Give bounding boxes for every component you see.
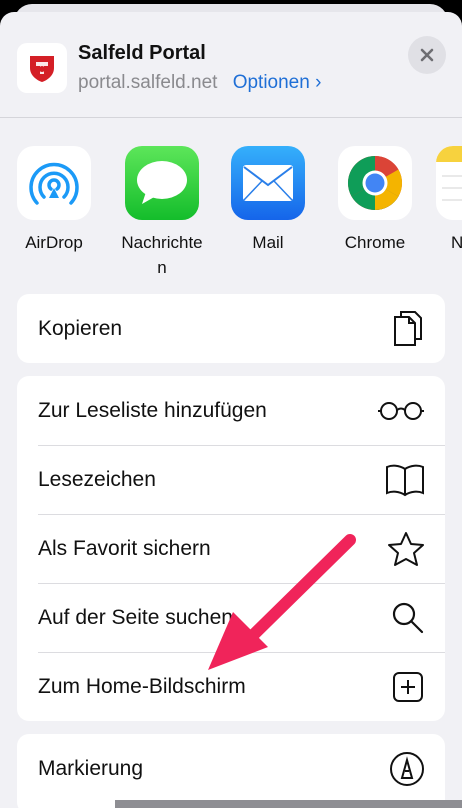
- share-sheet: Salfeld Portal portal.salfeld.net Option…: [0, 12, 462, 808]
- action-add-to-home-screen[interactable]: Zum Home-Bildschirm: [17, 652, 445, 721]
- action-reading-list[interactable]: Zur Leseliste hinzufügen: [17, 376, 445, 445]
- options-link[interactable]: Optionen ›: [233, 72, 322, 93]
- action-label: Lesezeichen: [38, 467, 156, 491]
- action-markup[interactable]: Markierung: [17, 734, 445, 803]
- app-label: Nachrichten: [121, 233, 203, 277]
- add-square-icon: [391, 670, 425, 704]
- app-messages[interactable]: Nachrichten: [116, 146, 208, 280]
- app-chrome[interactable]: Chrome: [329, 146, 421, 255]
- messages-icon: [125, 146, 199, 220]
- action-bookmark[interactable]: Lesezeichen: [17, 445, 445, 514]
- site-title: Salfeld Portal: [78, 42, 206, 64]
- site-domain: portal.salfeld.net: [78, 72, 218, 93]
- action-card-copy: Kopieren: [17, 294, 445, 363]
- chrome-icon: [338, 146, 412, 220]
- action-label: Als Favorit sichern: [38, 536, 211, 560]
- airdrop-icon: [17, 146, 91, 220]
- search-icon: [391, 601, 425, 635]
- site-favicon: [17, 43, 67, 93]
- action-label: Zum Home-Bildschirm: [38, 674, 246, 698]
- app-airdrop[interactable]: AirDrop: [8, 146, 100, 255]
- app-share-row: AirDrop Nachrichten Mail Chrome N: [0, 146, 462, 286]
- copy-icon: [391, 309, 425, 349]
- notes-icon: [436, 146, 462, 220]
- action-label: Kopieren: [38, 316, 123, 340]
- action-find-on-page[interactable]: Auf der Seite suchen: [17, 583, 445, 652]
- action-label: Auf der Seite suchen: [38, 605, 233, 629]
- app-label: N: [451, 233, 462, 252]
- action-favorite[interactable]: Als Favorit sichern: [17, 514, 445, 583]
- bottom-bar: [115, 800, 462, 808]
- glasses-icon: [377, 400, 425, 422]
- action-card-safari: Zur Leseliste hinzufügen Lesezeichen Als…: [17, 376, 445, 721]
- mail-icon: [231, 146, 305, 220]
- site-subtitle: portal.salfeld.net Optionen ›: [78, 72, 321, 94]
- close-icon: [420, 48, 434, 62]
- salfeld-logo-icon: [30, 56, 54, 82]
- close-button[interactable]: [408, 36, 446, 74]
- markup-icon: [389, 751, 425, 787]
- app-label: Chrome: [344, 233, 406, 252]
- star-icon: [387, 531, 425, 567]
- share-header: Salfeld Portal portal.salfeld.net Option…: [0, 12, 462, 118]
- app-notes[interactable]: N: [436, 146, 462, 255]
- app-mail[interactable]: Mail: [222, 146, 314, 255]
- action-label: Markierung: [38, 756, 144, 780]
- action-copy[interactable]: Kopieren: [17, 294, 445, 363]
- action-card-markup: Markierung: [17, 734, 445, 808]
- app-label: Mail: [252, 233, 284, 252]
- app-label: AirDrop: [25, 233, 83, 252]
- book-icon: [385, 463, 425, 497]
- action-label: Zur Leseliste hinzufügen: [38, 398, 267, 422]
